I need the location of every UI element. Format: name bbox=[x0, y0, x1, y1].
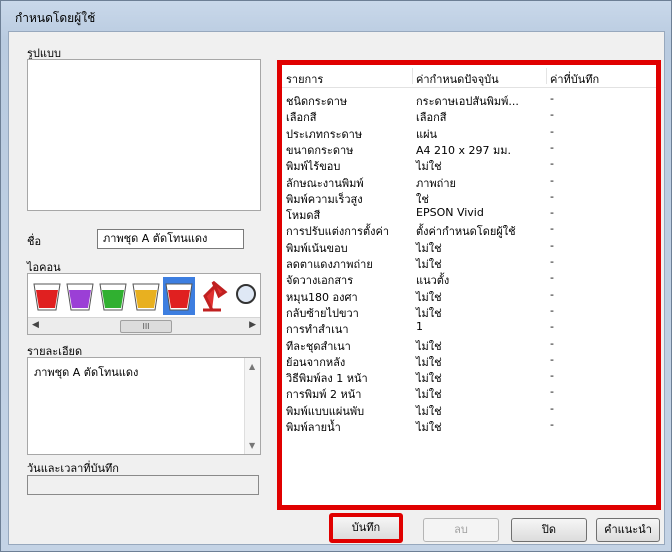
saved-value-cell: - bbox=[550, 418, 554, 431]
table-row[interactable]: การพิมพ์ 2 หน้า ไม่ใช่ - bbox=[282, 384, 656, 401]
saved-value-cell: - bbox=[550, 271, 554, 285]
column-header-current[interactable]: ค่ากำหนดปัจจุบัน bbox=[416, 70, 499, 88]
table-row[interactable]: เลือกสี เลือกสี - bbox=[282, 107, 656, 124]
saved-value-cell: - bbox=[550, 206, 554, 220]
table-row[interactable]: ลดตาแดงภาพถ่าย ไม่ใช่ - bbox=[282, 254, 656, 271]
icon-selector[interactable]: ◀ III ▶ bbox=[27, 273, 261, 335]
scroll-left-icon[interactable]: ◀ bbox=[32, 320, 39, 330]
column-divider bbox=[412, 68, 413, 84]
purple-cup-icon[interactable] bbox=[66, 283, 94, 311]
table-row[interactable]: พิมพ์ลายน้ำ ไม่ใช่ - bbox=[282, 417, 656, 434]
delete-button: ลบ bbox=[423, 518, 499, 542]
table-row[interactable]: จัดวางเอกสาร แนวตั้ง - bbox=[282, 270, 656, 287]
table-row[interactable]: ทีละชุดสำเนา ไม่ใช่ - bbox=[282, 336, 656, 353]
table-row[interactable]: พิมพ์เน้นขอบ ไม่ใช่ - bbox=[282, 238, 656, 255]
table-row[interactable]: วิธีพิมพ์ลง 1 หน้า ไม่ใช่ - bbox=[282, 368, 656, 385]
current-value-cell: EPSON Vivid bbox=[416, 206, 484, 220]
saved-value-cell: - bbox=[550, 173, 554, 187]
scroll-up-icon[interactable]: ▲ bbox=[249, 362, 255, 371]
dialog-client-area: รูปแบบ ชื่อ ภาพชุด A ตัดโทนแดง ไอคอน ◀ I… bbox=[8, 31, 665, 545]
saved-value-cell: - bbox=[550, 287, 554, 301]
help-button[interactable]: คำแนะนำ bbox=[596, 518, 660, 542]
saved-value-cell: - bbox=[550, 222, 554, 236]
table-row[interactable]: ย้อนจากหลัง ไม่ใช่ - bbox=[282, 352, 656, 369]
desk-lamp-icon[interactable] bbox=[203, 280, 228, 312]
table-row[interactable]: หมุน180 องศา ไม่ใช่ - bbox=[282, 287, 656, 304]
scroll-down-icon[interactable]: ▼ bbox=[249, 441, 255, 450]
saved-value-cell: - bbox=[550, 108, 554, 122]
table-row[interactable]: ชนิดกระดาษ กระดาษเอปสันพิมพ์... - bbox=[282, 91, 656, 108]
detail-textarea[interactable]: ภาพชุด A ตัดโทนแดง ▲ ▼ bbox=[27, 357, 261, 455]
table-row[interactable]: กลับซ้ายไปขวา ไม่ใช่ - bbox=[282, 303, 656, 320]
red-cup-selected-icon[interactable] bbox=[163, 277, 195, 315]
saved-value-cell: - bbox=[550, 401, 554, 415]
saved-value-cell: - bbox=[550, 92, 554, 105]
saved-value-cell: - bbox=[550, 385, 554, 399]
current-value-cell: ไม่ใช่ bbox=[416, 421, 442, 434]
icon-horizontal-scrollbar[interactable]: ◀ III ▶ bbox=[28, 317, 260, 334]
red-cup-icon[interactable] bbox=[33, 283, 61, 311]
saved-value-cell: - bbox=[550, 140, 554, 154]
detail-vertical-scrollbar[interactable]: ▲ ▼ bbox=[244, 358, 260, 454]
title-bar[interactable]: กำหนดโดยผู้ใช้ bbox=[1, 1, 671, 29]
saved-value-cell: - bbox=[550, 189, 554, 203]
saved-value-cell: - bbox=[550, 352, 554, 366]
setting-name-cell: พิมพ์ลายน้ำ bbox=[286, 421, 341, 434]
saved-value-cell: - bbox=[550, 124, 554, 138]
save-button[interactable]: บันทึก bbox=[329, 513, 403, 543]
icon-row bbox=[33, 277, 256, 315]
saved-value-cell: - bbox=[550, 303, 554, 317]
datetime-field bbox=[27, 475, 259, 495]
table-row[interactable]: ขนาดกระดาษ A4 210 x 297 มม. - bbox=[282, 140, 656, 157]
scroll-right-icon[interactable]: ▶ bbox=[249, 320, 256, 330]
saved-value-cell: - bbox=[550, 320, 554, 334]
current-value-cell: 1 bbox=[416, 320, 423, 334]
saved-value-cell: - bbox=[550, 238, 554, 252]
green-cup-icon[interactable] bbox=[99, 283, 127, 311]
table-row[interactable]: การปรับแต่งการตั้งค่า ตั้งค่ากำหนดโดยผู้ใ… bbox=[282, 221, 656, 238]
name-label: ชื่อ bbox=[27, 235, 42, 248]
column-divider bbox=[546, 68, 547, 84]
close-button[interactable]: ปิด bbox=[511, 518, 587, 542]
column-header-saved[interactable]: ค่าที่บันทึก bbox=[550, 70, 599, 88]
yellow-cup-icon[interactable] bbox=[132, 283, 160, 311]
table-row[interactable]: พิมพ์แบบแผ่นพับ ไม่ใช่ - bbox=[282, 401, 656, 418]
format-list[interactable] bbox=[27, 59, 261, 211]
table-row[interactable]: โหมดสี EPSON Vivid - bbox=[282, 205, 656, 222]
table-row[interactable]: พิมพ์ไร้ขอบ ไม่ใช่ - bbox=[282, 156, 656, 173]
table-header: รายการ ค่ากำหนดปัจจุบัน ค่าที่บันทึก bbox=[282, 65, 656, 88]
table-row[interactable]: พิมพ์ความเร็วสูง ใช่ - bbox=[282, 189, 656, 206]
table-row[interactable]: การทำสำเนา 1- bbox=[282, 319, 656, 336]
saved-value-cell: - bbox=[550, 336, 554, 350]
window-title: กำหนดโดยผู้ใช้ bbox=[15, 11, 96, 25]
table-row[interactable]: ประเภทกระดาษ แผ่น - bbox=[282, 124, 656, 141]
saved-value-cell: - bbox=[550, 369, 554, 383]
magnifier-icon[interactable] bbox=[236, 284, 256, 304]
column-header-item[interactable]: รายการ bbox=[286, 70, 323, 88]
name-input[interactable]: ภาพชุด A ตัดโทนแดง bbox=[97, 229, 244, 249]
saved-value-cell: - bbox=[550, 255, 554, 268]
custom-settings-dialog: กำหนดโดยผู้ใช้ รูปแบบ ชื่อ ภาพชุด A ตัดโ… bbox=[0, 0, 672, 552]
saved-value-cell: - bbox=[550, 157, 554, 171]
detail-text: ภาพชุด A ตัดโทนแดง bbox=[34, 366, 139, 379]
table-row[interactable]: ลักษณะงานพิมพ์ ภาพถ่าย - bbox=[282, 173, 656, 190]
settings-table: รายการ ค่ากำหนดปัจจุบัน ค่าที่บันทึก ชนิ… bbox=[277, 60, 661, 510]
icon-list bbox=[30, 276, 260, 316]
scroll-thumb[interactable]: III bbox=[120, 320, 172, 333]
